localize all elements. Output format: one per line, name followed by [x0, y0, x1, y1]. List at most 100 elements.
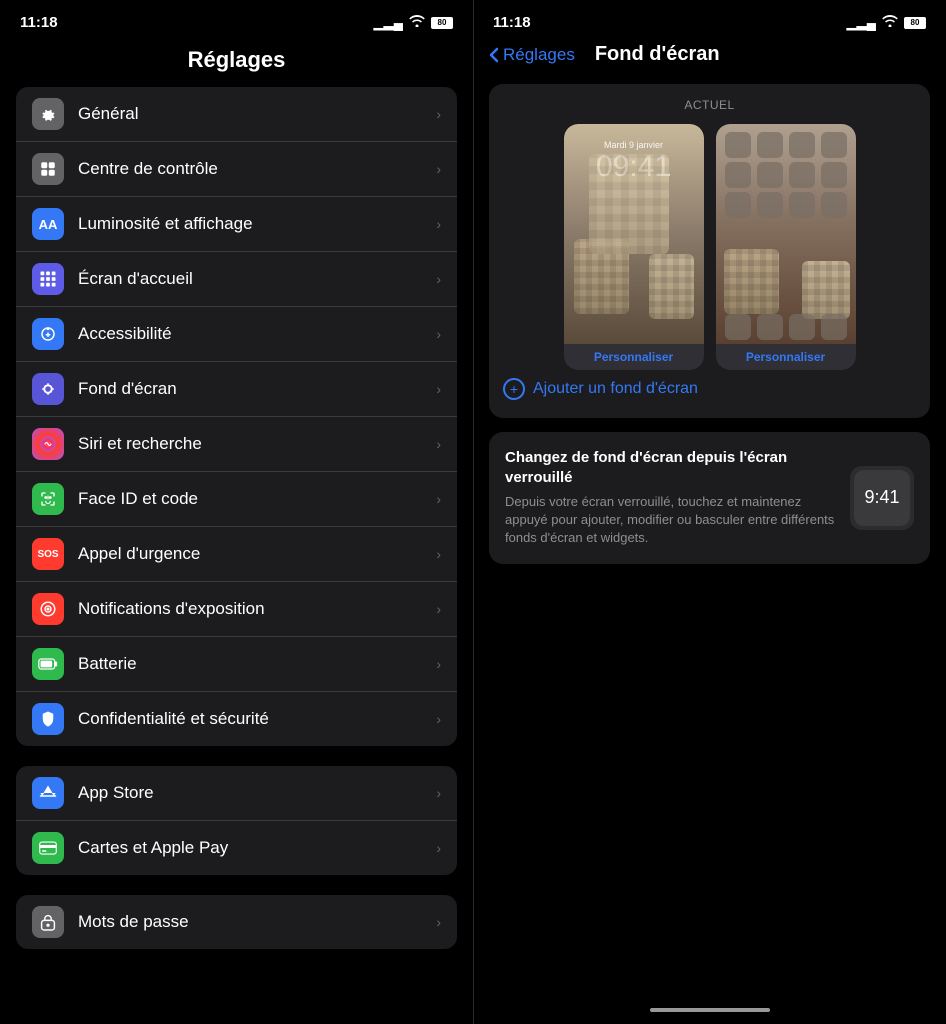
siri-icon	[32, 428, 64, 460]
app-icon	[757, 192, 783, 218]
app-icon	[789, 192, 815, 218]
tip-time: 9:41	[864, 487, 899, 508]
app-icon	[725, 162, 751, 188]
settings-item-access[interactable]: Accessibilité ›	[16, 307, 457, 362]
settings-item-privacy[interactable]: Confidentialité et sécurité ›	[16, 692, 457, 746]
password-label: Mots de passe	[78, 912, 436, 932]
settings-item-siri[interactable]: Siri et recherche ›	[16, 417, 457, 472]
wallpaper-previews: Mardi 9 janvier 09:41	[503, 124, 916, 370]
settings-item-luminosite[interactable]: AA Luminosité et affichage ›	[16, 197, 457, 252]
add-wallpaper-row[interactable]: + Ajouter un fond d'écran	[503, 370, 916, 404]
app-icon	[725, 192, 751, 218]
left-panel: 11:18 ▁▂▄ 80 Réglages Général › Centre d…	[0, 0, 473, 1024]
lock-date: Mardi 9 janvier	[564, 140, 704, 150]
luminosite-label: Luminosité et affichage	[78, 214, 436, 234]
settings-group-main: Général › Centre de contrôle › AA Lumino…	[16, 87, 457, 746]
settings-item-sos[interactable]: SOS Appel d'urgence ›	[16, 527, 457, 582]
right-panel: 11:18 ▁▂▄ 80 Réglages Fond d'écran ACTUE…	[473, 0, 946, 1024]
right-home-indicator	[650, 1008, 770, 1012]
left-time: 11:18	[20, 14, 58, 31]
left-status-right: ▁▂▄ 80	[374, 15, 453, 31]
back-label: Réglages	[503, 45, 575, 65]
lock-personaliser-btn[interactable]: Personnaliser	[564, 344, 704, 370]
batterie-label: Batterie	[78, 654, 436, 674]
app-icon	[821, 192, 847, 218]
sos-icon: SOS	[32, 538, 64, 570]
tip-preview: 9:41	[850, 466, 914, 530]
app-icon	[789, 162, 815, 188]
battery-icon: 80	[431, 17, 453, 29]
actuel-label: ACTUEL	[503, 98, 916, 112]
ecran-label: Écran d'accueil	[78, 269, 436, 289]
face-blur-2	[649, 254, 694, 319]
dock	[725, 314, 847, 340]
back-button[interactable]: Réglages	[489, 45, 575, 65]
app-row-3	[725, 192, 847, 218]
dock-icon	[821, 314, 847, 340]
app-icon	[725, 132, 751, 158]
appstore-chevron: ›	[436, 785, 441, 801]
siri-chevron: ›	[436, 436, 441, 452]
lock-screen-preview: Mardi 9 janvier 09:41	[564, 124, 704, 370]
home-personaliser-btn[interactable]: Personnaliser	[716, 344, 856, 370]
password-chevron: ›	[436, 914, 441, 930]
right-status-bar: 11:18 ▁▂▄ 80	[473, 0, 946, 39]
settings-item-cartes[interactable]: Cartes et Apple Pay ›	[16, 821, 457, 875]
app-row-1	[725, 132, 847, 158]
settings-item-ecran[interactable]: Écran d'accueil ›	[16, 252, 457, 307]
settings-item-batterie[interactable]: Batterie ›	[16, 637, 457, 692]
right-page-title: Fond d'écran	[595, 43, 720, 66]
cartes-label: Cartes et Apple Pay	[78, 838, 436, 858]
password-icon	[32, 906, 64, 938]
batterie-icon	[32, 648, 64, 680]
lock-screen-screen: Mardi 9 janvier 09:41	[564, 124, 704, 344]
app-icon	[789, 132, 815, 158]
notifexp-label: Notifications d'exposition	[78, 599, 436, 619]
home-face-blur-1	[724, 249, 779, 314]
dock-icon	[757, 314, 783, 340]
right-battery-icon: 80	[904, 17, 926, 29]
tip-card: Changez de fond d'écran depuis l'écran v…	[489, 432, 930, 564]
settings-item-general[interactable]: Général ›	[16, 87, 457, 142]
appstore-label: App Store	[78, 783, 436, 803]
lock-screen-bg: Mardi 9 janvier 09:41	[564, 124, 704, 344]
wifi-icon	[409, 15, 425, 30]
settings-item-controle[interactable]: Centre de contrôle ›	[16, 142, 457, 197]
general-chevron: ›	[436, 106, 441, 122]
appstore-icon	[32, 777, 64, 809]
right-time: 11:18	[493, 14, 531, 31]
settings-group-apps: App Store › Cartes et Apple Pay ›	[16, 766, 457, 875]
controle-icon	[32, 153, 64, 185]
general-icon	[32, 98, 64, 130]
settings-item-password[interactable]: Mots de passe ›	[16, 895, 457, 949]
controle-label: Centre de contrôle	[78, 159, 436, 179]
settings-item-wallpaper[interactable]: Fond d'écran ›	[16, 362, 457, 417]
home-face-blur-2	[802, 261, 850, 319]
access-label: Accessibilité	[78, 324, 436, 344]
luminosite-chevron: ›	[436, 216, 441, 232]
dock-icon	[725, 314, 751, 340]
privacy-label: Confidentialité et sécurité	[78, 709, 436, 729]
cartes-chevron: ›	[436, 840, 441, 856]
app-icon	[821, 162, 847, 188]
notifexp-icon	[32, 593, 64, 625]
home-screen-bg	[716, 124, 856, 344]
privacy-icon	[32, 703, 64, 735]
signal-icon: ▁▂▄	[374, 15, 403, 31]
home-screen-screen	[716, 124, 856, 344]
right-status-right: ▁▂▄ 80	[847, 14, 926, 31]
controle-chevron: ›	[436, 161, 441, 177]
left-status-bar: 11:18 ▁▂▄ 80	[0, 0, 473, 39]
faceid-icon	[32, 483, 64, 515]
settings-item-notifexp[interactable]: Notifications d'exposition ›	[16, 582, 457, 637]
right-nav: Réglages Fond d'écran	[473, 39, 946, 76]
ecran-chevron: ›	[436, 271, 441, 287]
wallpaper-chevron: ›	[436, 381, 441, 397]
dock-icon	[789, 314, 815, 340]
settings-item-appstore[interactable]: App Store ›	[16, 766, 457, 821]
settings-item-faceid[interactable]: Face ID et code ›	[16, 472, 457, 527]
access-icon	[32, 318, 64, 350]
panel-divider	[473, 0, 474, 1024]
notifexp-chevron: ›	[436, 601, 441, 617]
person-blur-1	[589, 154, 669, 254]
